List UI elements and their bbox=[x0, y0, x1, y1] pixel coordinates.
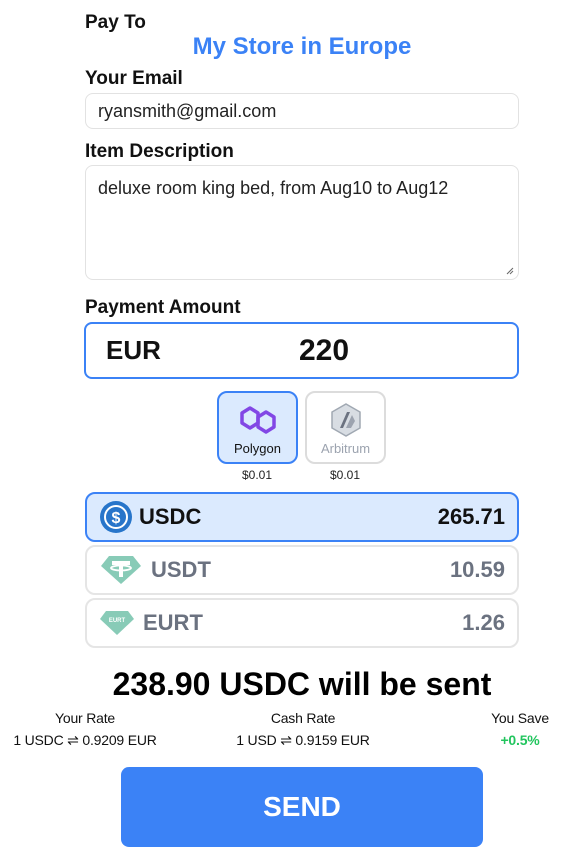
token-eurt-symbol: EURT bbox=[143, 610, 203, 635]
token-eurt-balance: 1.26 bbox=[462, 610, 505, 635]
token-usdt-symbol: USDT bbox=[151, 557, 211, 582]
token-usdc-balance: 265.71 bbox=[437, 504, 505, 529]
cash-rate-label: Cash Rate bbox=[270, 710, 336, 726]
polygon-icon bbox=[239, 406, 276, 434]
eurt-icon: EURT bbox=[100, 611, 134, 635]
email-label: Your Email bbox=[85, 68, 183, 89]
send-button[interactable]: SEND bbox=[121, 767, 483, 847]
resize-grip-icon[interactable] bbox=[506, 267, 514, 275]
cash-rate: Cash Rate 1 USD ⇌ 0.9159 EUR bbox=[218, 707, 388, 751]
token-eurt-row[interactable]: EURT EURT 1.26 bbox=[85, 598, 519, 648]
payment-amount-field[interactable]: EUR 220 bbox=[84, 322, 519, 379]
description-value: deluxe room king bed, from Aug10 to Aug1… bbox=[98, 178, 449, 198]
payment-amount-label: Payment Amount bbox=[85, 297, 241, 318]
chain-arbitrum-button[interactable]: Arbitrum bbox=[305, 391, 386, 464]
send-summary: 238.90 USDC will be sent bbox=[112, 666, 492, 702]
you-save-value: +0.5% bbox=[500, 732, 540, 748]
chain-polygon-label: Polygon bbox=[234, 441, 281, 456]
token-usdt-row[interactable]: USDT 10.59 bbox=[85, 545, 519, 595]
token-usdt-balance: 10.59 bbox=[449, 557, 505, 582]
currency-label: EUR bbox=[106, 335, 161, 365]
usdt-icon bbox=[101, 556, 141, 584]
arbitrum-icon bbox=[330, 403, 361, 437]
svg-text:EURT: EURT bbox=[109, 618, 126, 624]
you-save-label: You Save bbox=[491, 710, 549, 726]
chain-arbitrum-fee: $0.01 bbox=[329, 468, 361, 482]
store-name: My Store in Europe bbox=[192, 33, 412, 60]
email-field[interactable]: ryansmith@gmail.com bbox=[85, 93, 519, 129]
usdc-icon: $ bbox=[100, 501, 132, 533]
description-label: Item Description bbox=[85, 141, 234, 162]
svg-text:$: $ bbox=[112, 510, 121, 527]
your-rate: Your Rate 1 USDC ⇌ 0.9209 EUR bbox=[0, 707, 170, 751]
amount-value: 220 bbox=[299, 333, 350, 367]
you-save: You Save +0.5% bbox=[480, 707, 560, 751]
token-usdc-symbol: USDC bbox=[139, 504, 202, 529]
email-value: ryansmith@gmail.com bbox=[98, 100, 277, 121]
chain-polygon-button[interactable]: Polygon bbox=[217, 391, 298, 464]
description-textarea[interactable]: deluxe room king bed, from Aug10 to Aug1… bbox=[85, 165, 519, 280]
token-usdc-row[interactable]: $ USDC 265.71 bbox=[85, 492, 519, 542]
pay-to-label: Pay To bbox=[85, 12, 146, 33]
chain-arbitrum-label: Arbitrum bbox=[320, 441, 371, 456]
your-rate-label: Your Rate bbox=[55, 710, 115, 726]
chain-polygon-fee: $0.01 bbox=[241, 468, 273, 482]
cash-rate-value: 1 USD ⇌ 0.9159 EUR bbox=[236, 732, 370, 748]
your-rate-value: 1 USDC ⇌ 0.9209 EUR bbox=[13, 732, 157, 748]
